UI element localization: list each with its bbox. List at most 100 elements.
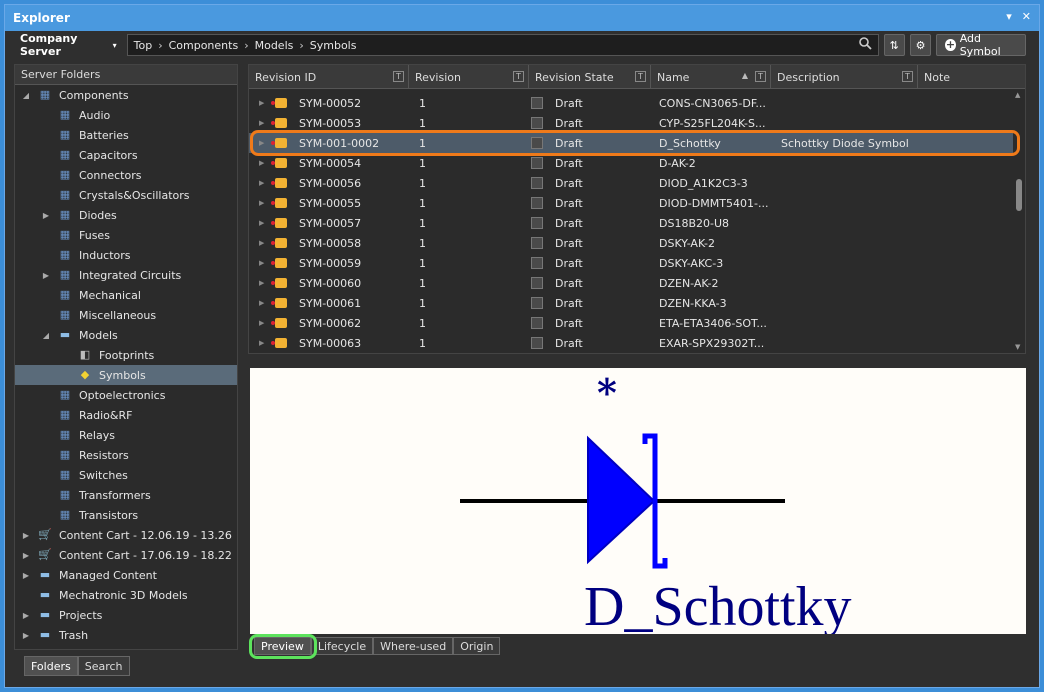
tab-search[interactable]: Search bbox=[77, 656, 130, 676]
breadcrumb-item[interactable]: Symbols bbox=[310, 39, 357, 52]
column-header-note[interactable]: Note bbox=[918, 65, 1025, 89]
table-row[interactable]: ▶ SYM-00058 1 Draft DSKY-AK-2 bbox=[249, 233, 1015, 253]
tree-item[interactable]: ▦ Capacitors bbox=[15, 145, 237, 165]
column-header-description[interactable]: Description T bbox=[771, 65, 918, 89]
scroll-up-icon[interactable]: ▲ bbox=[1015, 91, 1020, 99]
tree-item[interactable]: ▶ 🛒 Content Cart - 17.06.19 - 18.22 bbox=[15, 545, 237, 565]
state-checkbox[interactable] bbox=[531, 293, 547, 313]
row-expand-icon[interactable]: ▶ bbox=[259, 199, 264, 207]
expand-arrow-icon[interactable]: ◢ bbox=[21, 91, 31, 100]
tree-item[interactable]: ▦ Transistors bbox=[15, 505, 237, 525]
table-row[interactable]: ▶ SYM-00057 1 Draft DS18B20-U8 bbox=[249, 213, 1015, 233]
filter-icon[interactable]: T bbox=[635, 71, 646, 82]
breadcrumb-item[interactable]: Models bbox=[255, 39, 294, 52]
state-checkbox[interactable] bbox=[531, 253, 547, 273]
tree-item[interactable]: ▦ Miscellaneous bbox=[15, 305, 237, 325]
row-expand-icon[interactable]: ▶ bbox=[259, 179, 264, 187]
tree-item[interactable]: ▦ Batteries bbox=[15, 125, 237, 145]
column-header-revision[interactable]: Revision T bbox=[409, 65, 529, 89]
row-expand-icon[interactable]: ▶ bbox=[259, 159, 264, 167]
dropdown-icon[interactable]: ▾ bbox=[1006, 10, 1012, 23]
server-dropdown[interactable]: Company Server ▾ bbox=[14, 32, 123, 58]
collapse-arrow-icon[interactable]: ▶ bbox=[41, 271, 51, 280]
state-checkbox[interactable] bbox=[531, 153, 547, 173]
collapse-arrow-icon[interactable]: ▶ bbox=[21, 611, 31, 620]
state-checkbox[interactable] bbox=[531, 193, 547, 213]
tree-item[interactable]: ▶ ▦ Integrated Circuits bbox=[15, 265, 237, 285]
row-expand-icon[interactable]: ▶ bbox=[259, 219, 264, 227]
row-expand-icon[interactable]: ▶ bbox=[259, 119, 264, 127]
tree-item[interactable]: ▶ ▬ Trash bbox=[15, 625, 237, 645]
table-row[interactable]: ▶ SYM-00056 1 Draft DIOD_A1K2C3-3 bbox=[249, 173, 1015, 193]
filter-icon[interactable]: T bbox=[393, 71, 404, 82]
settings-button[interactable]: ⚙ bbox=[909, 34, 932, 56]
row-expand-icon[interactable]: ▶ bbox=[259, 339, 264, 347]
tree-item[interactable]: ▦ Connectors bbox=[15, 165, 237, 185]
collapse-arrow-icon[interactable]: ▶ bbox=[41, 211, 51, 220]
state-checkbox[interactable] bbox=[531, 313, 547, 333]
tree-item[interactable]: ◢ ▬ Models bbox=[15, 325, 237, 345]
state-checkbox[interactable] bbox=[531, 333, 547, 353]
scroll-down-icon[interactable]: ▼ bbox=[1015, 343, 1020, 351]
tab-lifecycle[interactable]: Lifecycle bbox=[310, 637, 374, 655]
state-checkbox[interactable] bbox=[531, 93, 547, 113]
collapse-arrow-icon[interactable]: ▶ bbox=[21, 631, 31, 640]
tab-origin[interactable]: Origin bbox=[453, 637, 501, 655]
close-icon[interactable]: ✕ bbox=[1022, 10, 1031, 23]
tree-item[interactable]: ▦ Transformers bbox=[15, 485, 237, 505]
breadcrumb-item[interactable]: Top bbox=[134, 39, 153, 52]
row-expand-icon[interactable]: ▶ bbox=[259, 259, 264, 267]
filter-icon[interactable]: T bbox=[513, 71, 524, 82]
breadcrumb[interactable]: Top › Components › Models › Symbols bbox=[126, 34, 879, 56]
tree-item[interactable]: ▬ Mechatronic 3D Models bbox=[15, 585, 237, 605]
collapse-arrow-icon[interactable]: ▶ bbox=[21, 531, 31, 540]
collapse-arrow-icon[interactable]: ▶ bbox=[21, 571, 31, 580]
column-header-revision-id[interactable]: Revision ID T bbox=[249, 65, 409, 89]
scroll-thumb[interactable] bbox=[1016, 179, 1022, 211]
state-checkbox[interactable] bbox=[531, 213, 547, 233]
tree-item[interactable]: ▦ Switches bbox=[15, 465, 237, 485]
row-expand-icon[interactable]: ▶ bbox=[259, 99, 264, 107]
row-expand-icon[interactable]: ▶ bbox=[259, 319, 264, 327]
row-expand-icon[interactable]: ▶ bbox=[259, 239, 264, 247]
tree-item[interactable]: ▦ Fuses bbox=[15, 225, 237, 245]
tree-item[interactable]: ◧ Footprints bbox=[15, 345, 237, 365]
filter-icon[interactable]: T bbox=[755, 71, 766, 82]
table-row[interactable]: ▶ SYM-00054 1 Draft D-AK-2 bbox=[249, 153, 1015, 173]
tree-item[interactable]: ◢ ▦ Components bbox=[15, 85, 237, 105]
tree-item[interactable]: ▦ Crystals&Oscillators bbox=[15, 185, 237, 205]
add-symbol-button[interactable]: + Add Symbol bbox=[936, 32, 1027, 58]
tree-item[interactable]: ▦ Relays bbox=[15, 425, 237, 445]
grid-scrollbar[interactable]: ▲ ▼ bbox=[1013, 89, 1025, 353]
state-checkbox[interactable] bbox=[531, 233, 547, 253]
tree-item[interactable]: ▦ Audio bbox=[15, 105, 237, 125]
table-row[interactable]: ▶ SYM-00060 1 Draft DZEN-AK-2 bbox=[249, 273, 1015, 293]
state-checkbox[interactable] bbox=[531, 273, 547, 293]
tree-item[interactable]: ▦ Optoelectronics bbox=[15, 385, 237, 405]
tab-folders[interactable]: Folders bbox=[24, 656, 78, 676]
expand-arrow-icon[interactable]: ◢ bbox=[41, 331, 51, 340]
row-expand-icon[interactable]: ▶ bbox=[259, 279, 264, 287]
breadcrumb-item[interactable]: Components bbox=[169, 39, 239, 52]
tab-where-used[interactable]: Where-used bbox=[373, 637, 454, 655]
tree-item[interactable]: ▦ Resistors bbox=[15, 445, 237, 465]
tree-item[interactable]: ▶ 🛒 Content Cart - 12.06.19 - 13.26 bbox=[15, 525, 237, 545]
tree-item[interactable]: ▦ Radio&RF bbox=[15, 405, 237, 425]
state-checkbox[interactable] bbox=[531, 173, 547, 193]
filter-icon[interactable]: T bbox=[902, 71, 913, 82]
column-header-name[interactable]: Name ▲ T bbox=[651, 65, 771, 89]
tree-item[interactable]: ▶ ▬ Managed Content bbox=[15, 565, 237, 585]
table-row[interactable]: ▶ SYM-00055 1 Draft DIOD-DMMT5401-... bbox=[249, 193, 1015, 213]
row-expand-icon[interactable]: ▶ bbox=[259, 299, 264, 307]
tree-item[interactable]: ▶ ▬ Projects bbox=[15, 605, 237, 625]
table-row[interactable]: ▶ SYM-00062 1 Draft ETA-ETA3406-SOT... bbox=[249, 313, 1015, 333]
table-row[interactable]: ▶ SYM-00063 1 Draft EXAR-SPX29302T... bbox=[249, 333, 1015, 353]
tree-item[interactable]: ▦ Mechanical bbox=[15, 285, 237, 305]
table-row[interactable]: ▶ SYM-00052 1 Draft CONS-CN3065-DF... bbox=[249, 93, 1015, 113]
table-row[interactable]: ▶ SYM-00061 1 Draft DZEN-KKA-3 bbox=[249, 293, 1015, 313]
tree-item[interactable]: ◆ Symbols bbox=[15, 365, 237, 385]
tree-item[interactable]: ▶ ▦ Diodes bbox=[15, 205, 237, 225]
table-row[interactable]: ▶ SYM-00059 1 Draft DSKY-AKC-3 bbox=[249, 253, 1015, 273]
search-icon[interactable] bbox=[858, 37, 872, 53]
refresh-button[interactable]: ⇅ bbox=[883, 34, 905, 56]
